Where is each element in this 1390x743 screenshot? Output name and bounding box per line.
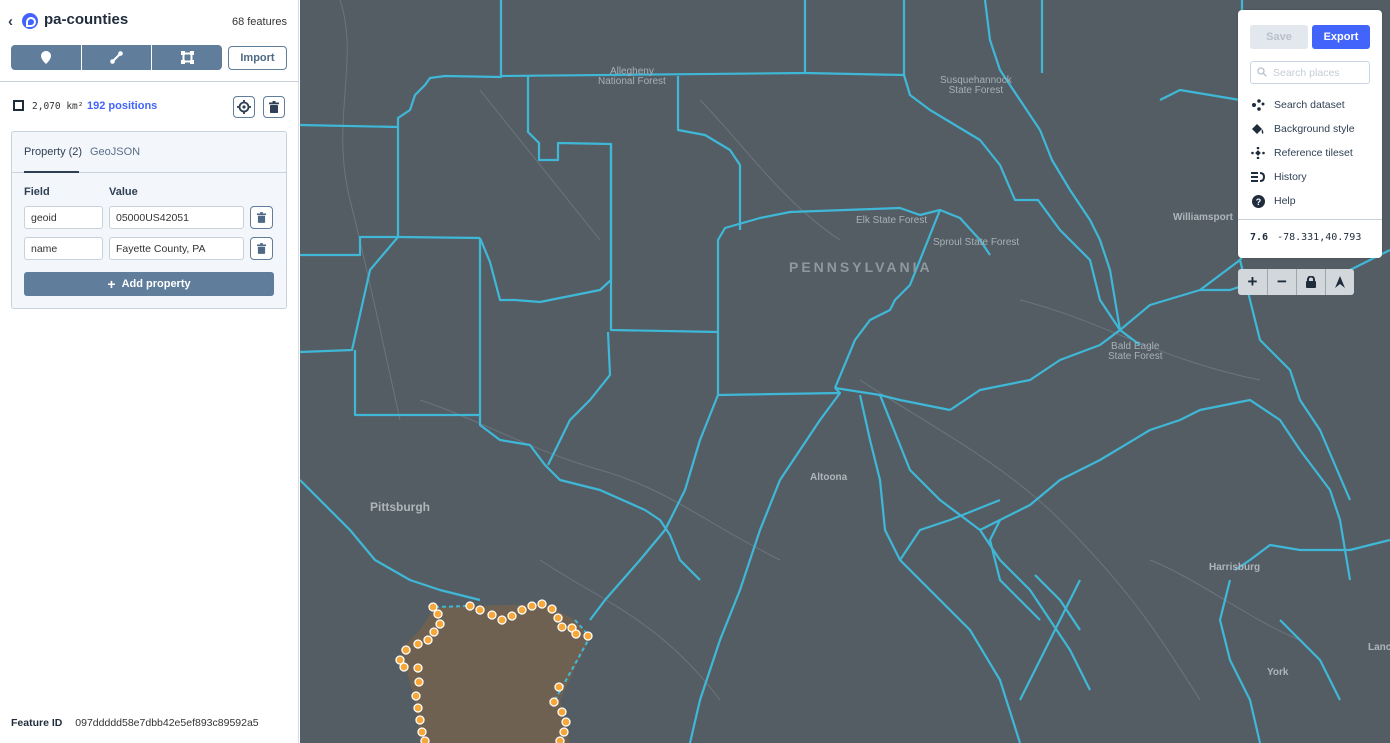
trash-icon [257, 243, 266, 254]
menu-label: Help [1274, 195, 1296, 207]
history-icon [1250, 170, 1266, 184]
logo-icon [22, 13, 38, 29]
active-tab-indicator [24, 171, 79, 173]
help-icon: ? [1250, 194, 1266, 208]
delete-property-button[interactable] [250, 206, 273, 229]
crosshair-icon [237, 100, 251, 114]
line-icon [110, 51, 123, 64]
point-tool-button[interactable] [11, 45, 81, 70]
feature-id-label: Feature ID [11, 717, 63, 729]
forest-label-sproul: Sproul State Forest [933, 237, 1020, 248]
feature-count: 68 features [231, 16, 287, 28]
tab-property[interactable]: Property (2) [24, 146, 82, 158]
coordinates: -78.331,40.793 [1277, 232, 1362, 243]
forest-label-bald-eagle: Bald Eagle State Forest [1108, 341, 1163, 362]
plus-icon: + [107, 276, 116, 292]
city-label-lancaster: Lanc [1368, 642, 1390, 653]
compass-icon [1335, 276, 1345, 288]
trash-icon [257, 212, 266, 223]
add-property-button[interactable]: + Add property [24, 272, 274, 296]
delete-property-button[interactable] [250, 237, 273, 260]
tileset-icon [1250, 146, 1266, 160]
property-panel: Property (2) GeoJSON Field Value geoid 0… [11, 131, 287, 309]
tools-panel: Save Export Search places Search dataset… [1238, 10, 1382, 258]
polygon-icon [13, 100, 24, 111]
save-button[interactable]: Save [1250, 25, 1308, 49]
city-label-harrisburg: Harrisburg [1209, 562, 1261, 573]
property-field-input[interactable]: geoid [24, 206, 103, 229]
feature-area: 2,070 km² [32, 101, 84, 112]
map-controls: + − [1238, 269, 1354, 295]
feature-id-value: 097ddddd58e7dbb42e5ef893c89592a5 [75, 717, 259, 729]
menu-background-style[interactable]: Background style [1250, 120, 1355, 138]
menu-reference-tileset[interactable]: Reference tileset [1250, 144, 1353, 162]
paint-bucket-icon [1250, 122, 1266, 136]
state-label: PENNSYLVANIA [789, 259, 933, 275]
add-property-label: Add property [121, 278, 191, 290]
menu-label: Reference tileset [1274, 147, 1353, 159]
delete-feature-button[interactable] [263, 96, 285, 118]
map-canvas[interactable]: PENNSYLVANIA Pittsburgh Altoona Williams… [300, 0, 1390, 743]
menu-help[interactable]: ? Help [1250, 192, 1296, 210]
dataset-title: pa-counties [44, 11, 129, 28]
polygon-icon [180, 51, 194, 64]
menu-search-dataset[interactable]: Search dataset [1250, 96, 1345, 114]
lock-icon [1306, 276, 1316, 288]
zoom-level: 7.6 [1250, 232, 1269, 243]
import-button[interactable]: Import [228, 46, 287, 70]
polygon-tool-button[interactable] [151, 45, 222, 70]
svg-text:?: ? [1255, 197, 1261, 207]
menu-label: Search dataset [1274, 99, 1345, 111]
app: ‹ pa-counties 68 features Import 2,070 k… [0, 0, 1390, 743]
search-dataset-icon [1250, 98, 1266, 112]
property-value-input[interactable]: 05000US42051 [109, 206, 244, 229]
zoom-to-feature-button[interactable] [233, 96, 255, 118]
sidebar-header: ‹ pa-counties 68 features Import [0, 0, 299, 82]
tab-geojson[interactable]: GeoJSON [90, 146, 140, 158]
positions-link[interactable]: 192 positions [87, 100, 157, 112]
menu-label: History [1274, 171, 1307, 183]
map-marker-icon [40, 51, 51, 64]
search-icon [1257, 67, 1267, 77]
export-button[interactable]: Export [1312, 25, 1370, 49]
search-places-input[interactable]: Search places [1250, 61, 1370, 84]
forest-label-elk: Elk State Forest [856, 215, 928, 226]
city-label-pittsburgh: Pittsburgh [370, 500, 430, 514]
property-field-input[interactable]: name [24, 237, 103, 260]
panel-divider [1238, 219, 1382, 220]
map-position-readout: 7.6 -78.331,40.793 [1250, 232, 1361, 243]
feature-meta: 2,070 km² 192 positions [11, 96, 287, 118]
line-tool-button[interactable] [80, 45, 152, 70]
zoom-out-button[interactable]: − [1267, 269, 1296, 295]
property-tabs: Property (2) GeoJSON [12, 132, 286, 173]
feature-id-row: Feature ID 097ddddd58e7dbb42e5ef893c8959… [11, 717, 259, 729]
field-column-header: Field [24, 186, 50, 198]
menu-label: Background style [1274, 123, 1355, 135]
lock-button[interactable] [1296, 269, 1325, 295]
city-label-altoona: Altoona [810, 472, 848, 483]
trash-icon [269, 101, 279, 113]
forest-label-susquehannock: Susquehannock State Forest [940, 75, 1012, 96]
zoom-in-button[interactable]: + [1238, 269, 1267, 295]
map-layer [300, 0, 1390, 743]
sidebar: ‹ pa-counties 68 features Import 2,070 k… [0, 0, 299, 743]
city-label-williamsport: Williamsport [1173, 212, 1233, 223]
menu-history[interactable]: History [1250, 168, 1307, 186]
value-column-header: Value [109, 186, 138, 198]
compass-button[interactable] [1325, 269, 1354, 295]
property-value-input[interactable]: Fayette County, PA [109, 237, 244, 260]
draw-toolbar [11, 45, 222, 70]
forest-label-allegheny: Allegheny National Forest [598, 66, 666, 87]
city-label-york: York [1267, 667, 1289, 678]
back-button[interactable]: ‹ [8, 13, 13, 30]
